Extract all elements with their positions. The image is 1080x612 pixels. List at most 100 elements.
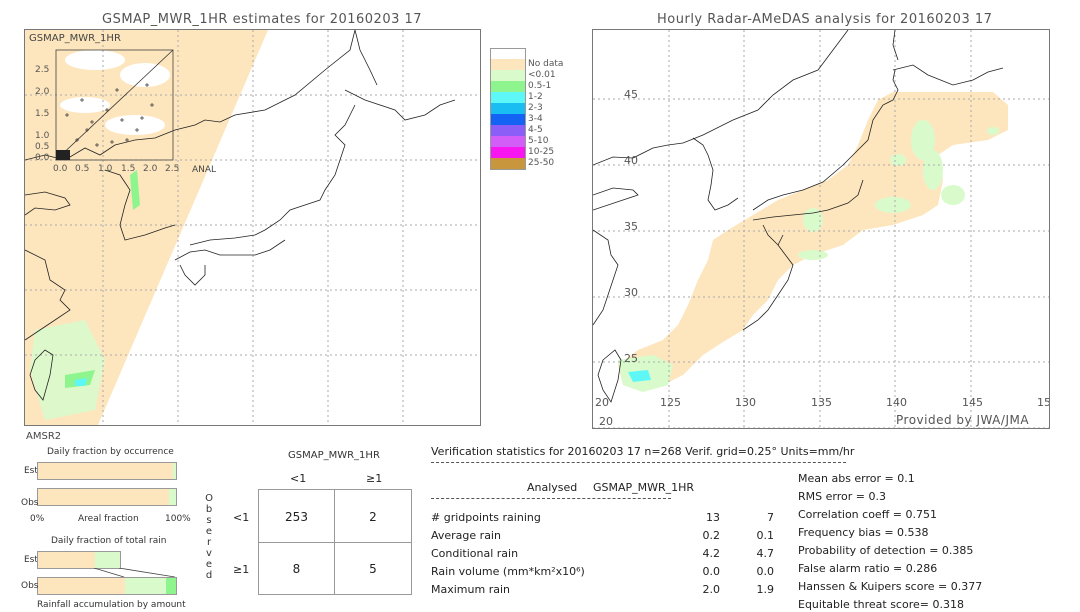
lon-tick: 135 bbox=[811, 396, 832, 409]
total-rain-est-bar bbox=[37, 551, 121, 569]
left-map-title: GSMAP_MWR_1HR estimates for 20160203 17 bbox=[102, 12, 423, 27]
legend-swatch bbox=[490, 158, 526, 170]
inset-ytick: 2.0 bbox=[35, 87, 50, 97]
score: Hanssen & Kuipers score = 0.377 bbox=[798, 580, 983, 593]
lon-tick: 20 bbox=[595, 396, 609, 409]
row-header: ≥1 bbox=[233, 563, 250, 576]
stat-analysed: 0.0 bbox=[702, 565, 721, 578]
legend-label: 1-2 bbox=[528, 92, 543, 102]
legend-label: 3-4 bbox=[528, 114, 543, 124]
sensor-label: AMSR2 bbox=[26, 431, 62, 442]
score: Probability of detection = 0.385 bbox=[798, 544, 974, 557]
stat-analysed: 4.2 bbox=[702, 547, 721, 560]
inset-ytick: 0.0 bbox=[35, 153, 50, 163]
score: Correlation coeff = 0.751 bbox=[798, 508, 937, 521]
legend-swatch bbox=[490, 136, 526, 147]
legend-swatch bbox=[490, 70, 526, 81]
score: Mean abs error = 0.1 bbox=[798, 472, 915, 485]
legend-label: 10-25 bbox=[528, 147, 555, 157]
occurrence-title: Daily fraction by occurrence bbox=[47, 447, 174, 457]
score: Equitable threat score= 0.318 bbox=[798, 598, 964, 611]
stat-model: 7 bbox=[767, 511, 774, 524]
col-analysed: Analysed bbox=[527, 481, 578, 494]
lon-tick: 140 bbox=[886, 396, 907, 409]
contingency-cell: 253 bbox=[285, 510, 308, 524]
inset-xtick: 2.5 bbox=[165, 164, 180, 174]
right-map-canvas bbox=[593, 30, 1049, 428]
lat-tick: 40 bbox=[624, 154, 638, 167]
inset-xtick: 1.5 bbox=[121, 164, 136, 174]
lat-tick: 20 bbox=[599, 415, 613, 428]
score: False alarm ratio = 0.286 bbox=[798, 562, 938, 575]
contingency-title: GSMAP_MWR_1HR bbox=[288, 450, 380, 461]
total-rain-title: Daily fraction of total rain bbox=[51, 536, 167, 546]
legend-swatch bbox=[490, 59, 526, 70]
divider bbox=[431, 498, 671, 499]
inset-ytick: 2.5 bbox=[35, 65, 50, 75]
score: Frequency bias = 0.538 bbox=[798, 526, 929, 539]
est-label: Est bbox=[24, 466, 38, 476]
legend-swatch bbox=[490, 81, 526, 92]
stat-label: Conditional rain bbox=[431, 547, 519, 560]
total-rain-obs-segment bbox=[125, 578, 166, 594]
inset-ytick: 0.5 bbox=[35, 142, 50, 152]
legend-swatch bbox=[490, 92, 526, 103]
total-rain-obs-segment-2 bbox=[166, 578, 176, 594]
contingency-cell: 5 bbox=[369, 562, 377, 576]
inset-xtick: 1.0 bbox=[98, 164, 113, 174]
legend-label: 0.5-1 bbox=[528, 81, 552, 91]
legend-label: <0.01 bbox=[528, 70, 556, 80]
lat-tick: 35 bbox=[624, 220, 638, 233]
legend-label: 25-50 bbox=[528, 158, 555, 168]
inset-xtick: 0.5 bbox=[75, 164, 90, 174]
lon-tick: 15 bbox=[1037, 396, 1050, 409]
divider bbox=[431, 462, 846, 463]
occurrence-obs-bar bbox=[37, 488, 177, 506]
legend-label: 4-5 bbox=[528, 125, 543, 135]
stat-analysed: 0.2 bbox=[702, 529, 721, 542]
score: RMS error = 0.3 bbox=[798, 490, 886, 503]
lat-tick: 25 bbox=[624, 352, 638, 365]
obs-label-2: Obs bbox=[21, 581, 39, 591]
stat-model: 0.0 bbox=[756, 565, 775, 578]
axis-mid-label: Areal fraction bbox=[78, 514, 139, 524]
obs-label: Obs bbox=[21, 498, 39, 508]
stat-model: 1.9 bbox=[756, 583, 775, 596]
verification-header: Verification statistics for 20160203 17 … bbox=[431, 445, 855, 458]
data-credit: Provided by JWA/JMA bbox=[896, 413, 1030, 427]
stat-analysed: 2.0 bbox=[702, 583, 721, 596]
lat-tick: 45 bbox=[624, 88, 638, 101]
stat-label: Rain volume (mm*km²x10⁶) bbox=[431, 565, 585, 578]
total-rain-obs-bar bbox=[37, 577, 177, 595]
lon-tick: 130 bbox=[735, 396, 756, 409]
occurrence-obs-rain-segment bbox=[169, 489, 176, 505]
stat-analysed: 13 bbox=[706, 511, 720, 524]
stat-label: # gridpoints raining bbox=[431, 511, 541, 524]
inset-xtick: 0.0 bbox=[53, 164, 68, 174]
accumulation-label: Rainfall accumulation by amount bbox=[37, 600, 186, 610]
observed-side-label: Observed bbox=[205, 493, 213, 581]
stat-label: Average rain bbox=[431, 529, 501, 542]
inset-ytick: 1.5 bbox=[35, 109, 50, 119]
legend-swatch bbox=[490, 125, 526, 136]
occurrence-est-bar bbox=[37, 462, 177, 480]
est-label-2: Est bbox=[24, 555, 38, 565]
total-rain-est-segment bbox=[95, 552, 120, 568]
legend-label: 2-3 bbox=[528, 103, 543, 113]
left-map-canvas bbox=[25, 30, 480, 425]
inset-ylabel: GSMAP_MWR_1HR bbox=[29, 33, 121, 44]
legend-label: No data bbox=[528, 59, 564, 69]
inset-ytick: 1.0 bbox=[35, 131, 50, 141]
left-map: GSMAP_MWR_1HR 2.5 2.0 1.5 1.0 0.5 0.0 0.… bbox=[24, 29, 481, 426]
col-header: <1 bbox=[290, 472, 307, 485]
col-model: GSMAP_MWR_1HR bbox=[593, 481, 695, 494]
axis-right-label: 100% bbox=[165, 514, 191, 524]
inset-xlabel: ANAL bbox=[192, 165, 217, 175]
occurrence-est-rain-segment bbox=[173, 463, 176, 479]
stat-label: Maximum rain bbox=[431, 583, 510, 596]
col-header: ≥1 bbox=[366, 472, 383, 485]
contingency-cell: 2 bbox=[369, 510, 377, 524]
legend-swatch bbox=[490, 103, 526, 114]
right-map: 45 40 35 30 25 20 20 125 130 135 140 145… bbox=[592, 29, 1050, 429]
inset-xtick: 2.0 bbox=[143, 164, 158, 174]
